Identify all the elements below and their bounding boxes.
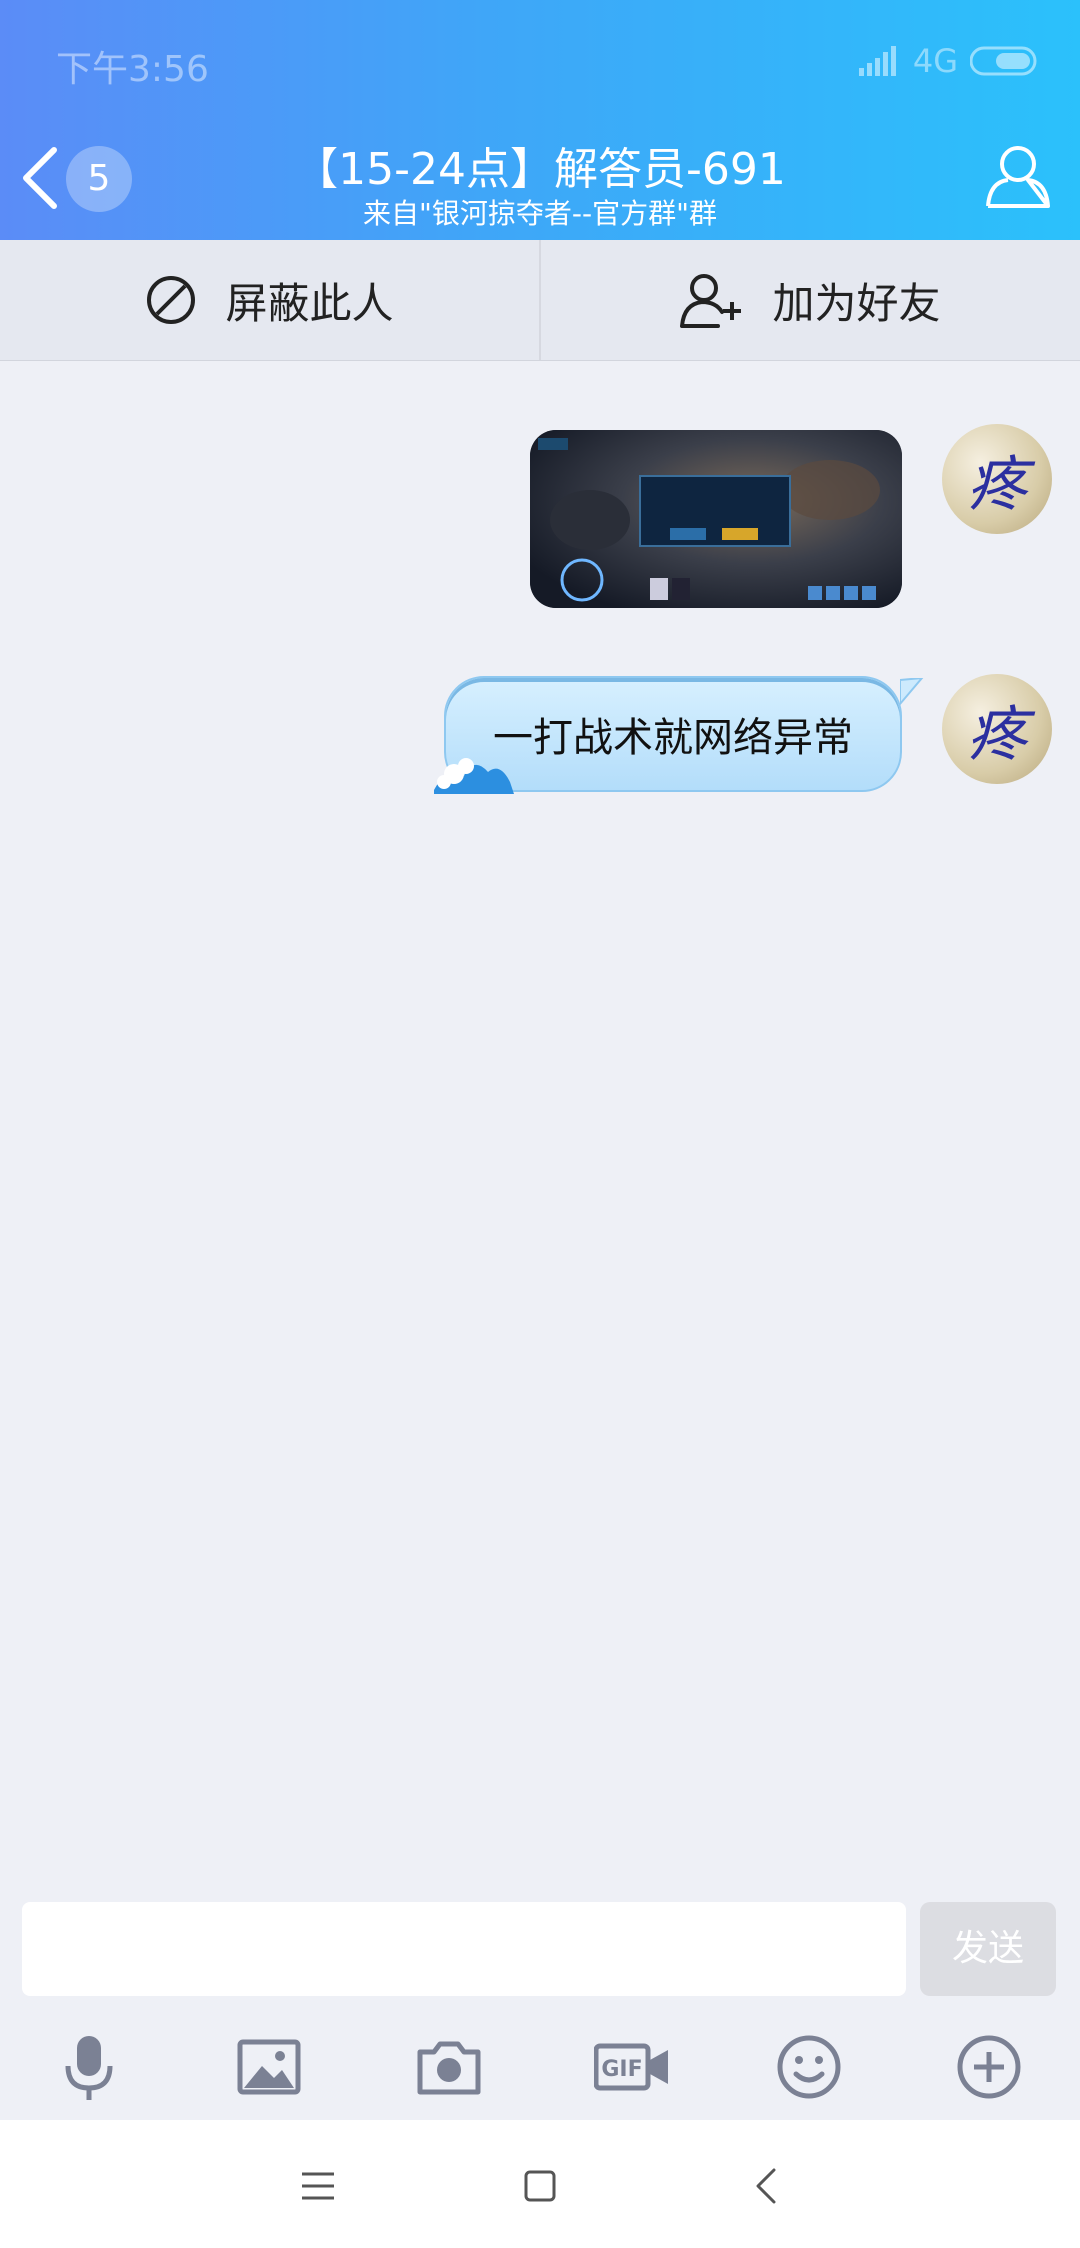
message-text: 一打战术就网络异常 — [493, 715, 853, 761]
wave-decoration — [434, 758, 514, 794]
add-friend-label: 加为好友 — [772, 278, 941, 328]
emoji-icon[interactable] — [774, 2032, 844, 2102]
svg-text:GIF: GIF — [601, 2057, 642, 2082]
input-toolbar: GIF — [0, 2010, 1080, 2120]
stranger-action-bar: 屏蔽此人 加为好友 — [0, 240, 1080, 361]
add-friend-button[interactable]: 加为好友 — [539, 240, 1080, 360]
bubble-tail — [900, 678, 924, 706]
add-friend-icon — [680, 274, 742, 328]
gif-icon[interactable]: GIF — [594, 2032, 670, 2102]
profile-icon[interactable] — [984, 142, 1052, 210]
home-icon[interactable] — [520, 2166, 560, 2206]
system-nav-bar — [0, 2120, 1080, 2248]
chat-subtitle: 来自"银河掠夺者--官方群"群 — [363, 197, 717, 230]
status-bar: 下午3:56 4G — [0, 30, 1080, 90]
image-icon[interactable] — [234, 2032, 304, 2102]
plus-icon[interactable] — [954, 2032, 1024, 2102]
microphone-icon[interactable] — [54, 2032, 124, 2102]
message-input[interactable] — [22, 1902, 906, 1996]
block-user-label: 屏蔽此人 — [225, 278, 394, 328]
game-screenshot-thumbnail — [530, 430, 902, 608]
battery-icon — [970, 46, 1037, 76]
image-message[interactable] — [530, 430, 902, 608]
block-icon — [147, 276, 196, 324]
status-time: 下午3:56 — [56, 49, 209, 90]
avatar[interactable]: 疼 — [942, 424, 1052, 534]
chat-title: 【15-24点】解答员-691 — [294, 144, 786, 195]
back-nav-icon[interactable] — [748, 2166, 788, 2206]
avatar[interactable]: 疼 — [942, 674, 1052, 784]
send-button[interactable]: 发送 — [920, 1902, 1056, 1996]
status-icons: 4G — [857, 42, 1040, 80]
avatar-char: 疼 — [967, 699, 1027, 770]
menu-icon[interactable] — [298, 2166, 338, 2206]
message-input-row: 发送 — [0, 1890, 1080, 2010]
signal-icon — [858, 46, 896, 76]
network-type: 4G — [912, 42, 958, 80]
block-user-button[interactable]: 屏蔽此人 — [0, 240, 539, 360]
camera-icon[interactable] — [414, 2032, 484, 2102]
chat-header: 下午3:56 4G 5 【15-24点】解答员-691 来自"银河掠夺者--官方… — [0, 0, 1080, 240]
avatar-char: 疼 — [967, 449, 1027, 520]
